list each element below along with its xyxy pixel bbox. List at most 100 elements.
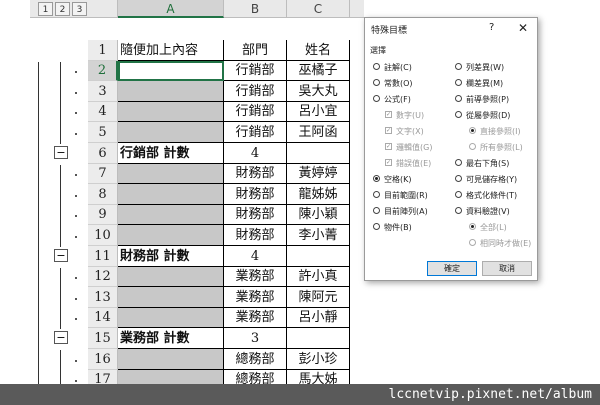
- cell-b[interactable]: 行銷部: [224, 81, 287, 102]
- cell-a[interactable]: [118, 122, 224, 143]
- right-option[interactable]: 資料驗證(V): [455, 206, 510, 218]
- row-header[interactable]: 15: [88, 328, 118, 349]
- cell-c[interactable]: 姓名: [287, 40, 350, 61]
- close-icon[interactable]: ✕: [518, 21, 528, 35]
- column-header-b[interactable]: B: [224, 0, 287, 18]
- left-option[interactable]: 目前陣列(A): [373, 206, 428, 218]
- row-header[interactable]: 6: [88, 143, 118, 164]
- cell-c[interactable]: 彭小珍: [287, 349, 350, 370]
- cell-b[interactable]: 財務部: [224, 184, 287, 205]
- option-label: 錯誤值(E): [396, 159, 432, 168]
- left-option[interactable]: 常數(O): [373, 78, 413, 90]
- row-header[interactable]: 11: [88, 246, 118, 267]
- outline-detail-dot: [75, 360, 77, 362]
- cell-c[interactable]: 陳小穎: [287, 205, 350, 225]
- left-option[interactable]: 註解(C): [373, 62, 412, 74]
- cell-b[interactable]: 財務部: [224, 164, 287, 184]
- left-option[interactable]: 目前範圍(R): [373, 190, 428, 202]
- cell-c[interactable]: 許小真: [287, 267, 350, 287]
- cell-a[interactable]: [118, 184, 224, 205]
- cell-b[interactable]: 總務部: [224, 349, 287, 370]
- row-header[interactable]: 7: [88, 164, 118, 184]
- right-option[interactable]: 可見儲存格(Y): [455, 174, 517, 186]
- cell-b[interactable]: 3: [224, 328, 287, 349]
- column-header-a[interactable]: A: [118, 0, 224, 18]
- row-header[interactable]: 12: [88, 267, 118, 287]
- cell-c[interactable]: 呂小宜: [287, 102, 350, 122]
- column-header-d[interactable]: [350, 0, 364, 18]
- right-option[interactable]: 格式化條件(T): [455, 190, 517, 202]
- row-header[interactable]: 8: [88, 184, 118, 205]
- right-option[interactable]: 前導參照(P): [455, 94, 509, 106]
- cell-b[interactable]: 業務部: [224, 267, 287, 287]
- left-option[interactable]: 空格(K): [373, 174, 412, 186]
- row-header[interactable]: 9: [88, 205, 118, 225]
- outline-level-3-button[interactable]: 3: [72, 2, 87, 16]
- cell-c[interactable]: 陳阿元: [287, 287, 350, 308]
- cell-b[interactable]: 業務部: [224, 287, 287, 308]
- cell-a[interactable]: [118, 102, 224, 122]
- row-header[interactable]: 3: [88, 81, 118, 102]
- cell-a[interactable]: [118, 205, 224, 225]
- cell-c[interactable]: 吳大丸: [287, 81, 350, 102]
- cell-a[interactable]: [118, 267, 224, 287]
- cell-a[interactable]: 隨便加上內容: [118, 40, 224, 61]
- cell-c[interactable]: 龍姊姊: [287, 184, 350, 205]
- cell-a[interactable]: [118, 287, 224, 308]
- cell-b[interactable]: 部門: [224, 40, 287, 61]
- cell-a[interactable]: [118, 164, 224, 184]
- cell-a[interactable]: [118, 349, 224, 370]
- cell-c[interactable]: 黃婷婷: [287, 164, 350, 184]
- collapse-group-button[interactable]: −: [54, 146, 68, 159]
- cell-a[interactable]: 業務部 計數: [118, 328, 224, 349]
- cell-b[interactable]: 4: [224, 143, 287, 164]
- collapse-group-button[interactable]: −: [54, 331, 68, 344]
- row-header[interactable]: 14: [88, 308, 118, 328]
- row-header[interactable]: 10: [88, 225, 118, 246]
- cell-a[interactable]: [118, 225, 224, 246]
- cell-c[interactable]: 王阿函: [287, 122, 350, 143]
- collapse-group-button[interactable]: −: [54, 249, 68, 262]
- option-label: 空格(K): [384, 175, 412, 184]
- ok-button[interactable]: 確定: [427, 261, 477, 276]
- left-option[interactable]: 物件(B): [373, 222, 412, 234]
- cell-c[interactable]: 巫橘子: [287, 61, 350, 81]
- cell-b[interactable]: 財務部: [224, 205, 287, 225]
- help-icon[interactable]: ?: [489, 22, 494, 33]
- left-option[interactable]: 公式(F): [373, 94, 411, 106]
- cell-b[interactable]: 業務部: [224, 308, 287, 328]
- option-label: 列差異(W): [466, 63, 505, 72]
- cell-c[interactable]: 李小菁: [287, 225, 350, 246]
- right-option: 所有參照(L): [469, 142, 523, 154]
- cell-a[interactable]: [118, 81, 224, 102]
- cell-c[interactable]: [287, 246, 350, 267]
- row-header[interactable]: 13: [88, 287, 118, 308]
- cell-c[interactable]: [287, 328, 350, 349]
- cell-a[interactable]: 行銷部 計數: [118, 143, 224, 164]
- outline-level-2-button[interactable]: 2: [55, 2, 70, 16]
- cell-a[interactable]: [118, 61, 224, 81]
- row-header[interactable]: 1: [88, 40, 118, 61]
- right-option[interactable]: 列差異(W): [455, 62, 504, 74]
- outline-level-1-button[interactable]: 1: [38, 2, 53, 16]
- cell-c[interactable]: 呂小靜: [287, 308, 350, 328]
- right-option[interactable]: 從屬參照(D): [455, 110, 510, 122]
- cell-c[interactable]: [287, 143, 350, 164]
- cell-a[interactable]: [118, 308, 224, 328]
- right-option[interactable]: 欄差異(M): [455, 78, 503, 90]
- cell-a[interactable]: 財務部 計數: [118, 246, 224, 267]
- radio-icon: [455, 191, 462, 198]
- cell-b[interactable]: 行銷部: [224, 122, 287, 143]
- cancel-button[interactable]: 取消: [482, 261, 532, 276]
- cell-b[interactable]: 財務部: [224, 225, 287, 246]
- cell-b[interactable]: 行銷部: [224, 61, 287, 81]
- cell-b[interactable]: 行銷部: [224, 102, 287, 122]
- row-header[interactable]: 16: [88, 349, 118, 370]
- cell-b[interactable]: 4: [224, 246, 287, 267]
- option-label: 目前範圍(R): [384, 191, 428, 200]
- row-header[interactable]: 2: [88, 61, 118, 81]
- row-header[interactable]: 4: [88, 102, 118, 122]
- column-header-c[interactable]: C: [287, 0, 350, 18]
- right-option[interactable]: 最右下角(S): [455, 158, 509, 170]
- row-header[interactable]: 5: [88, 122, 118, 143]
